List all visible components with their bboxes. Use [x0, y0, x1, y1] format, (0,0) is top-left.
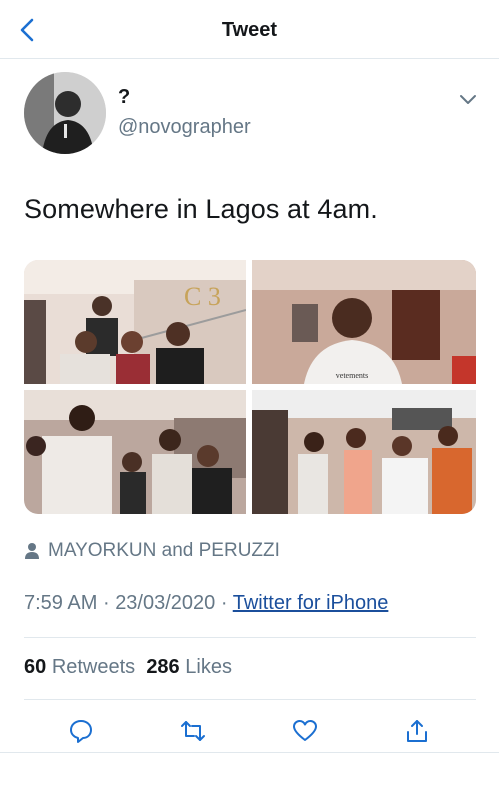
author-handle[interactable]: @novographer [118, 116, 251, 139]
chevron-down-icon [460, 95, 476, 104]
retweet-button[interactable] [180, 718, 206, 744]
tweet-time: 7:59 AM [24, 592, 98, 614]
avatar[interactable] [24, 72, 106, 154]
reply-button[interactable] [68, 718, 94, 744]
action-bar [0, 712, 499, 752]
more-options-button[interactable] [458, 92, 478, 108]
divider [24, 637, 476, 638]
media-grid: C 3 vetements [24, 260, 476, 514]
retweet-icon [181, 721, 205, 741]
top-bar: Tweet [0, 0, 499, 59]
divider [24, 699, 476, 700]
photo-2[interactable]: vetements [252, 260, 476, 384]
author-name[interactable]: ? [118, 86, 130, 109]
heart-icon [293, 720, 317, 741]
photo-3[interactable] [24, 390, 246, 514]
reply-icon [70, 720, 92, 743]
tweet-source-link[interactable]: Twitter for iPhone [233, 592, 389, 614]
person-icon [25, 543, 39, 559]
meta-separator: · [102, 592, 110, 614]
svg-text:C 3: C 3 [184, 282, 221, 311]
tweet-meta: 7:59 AM · 23/03/2020 · Twitter for iPhon… [24, 592, 388, 615]
share-icon [407, 720, 427, 742]
meta-separator: · [220, 592, 228, 614]
retweets-count: 60 [24, 656, 47, 678]
tweet-stats: 60 Retweets 286 Likes [24, 656, 232, 679]
divider [0, 752, 499, 753]
likes-label: Likes [185, 656, 232, 678]
retweets-label: Retweets [51, 656, 136, 678]
like-button[interactable] [292, 718, 318, 744]
photo-4[interactable] [252, 390, 476, 514]
likes-stat[interactable]: 286 Likes [146, 656, 232, 678]
page-title: Tweet [221, 19, 278, 41]
tweet-date: 23/03/2020 [115, 592, 216, 614]
retweets-stat[interactable]: 60 Retweets [24, 656, 135, 678]
svg-text:vetements: vetements [336, 371, 368, 380]
tagged-users[interactable]: MAYORKUN and PERUZZI [24, 540, 280, 562]
photo-1[interactable]: C 3 [24, 260, 246, 384]
share-button[interactable] [404, 718, 430, 744]
tagged-users-label: MAYORKUN and PERUZZI [48, 540, 280, 561]
tweet-text: Somewhere in Lagos at 4am. [24, 194, 378, 224]
likes-count: 286 [146, 656, 180, 678]
